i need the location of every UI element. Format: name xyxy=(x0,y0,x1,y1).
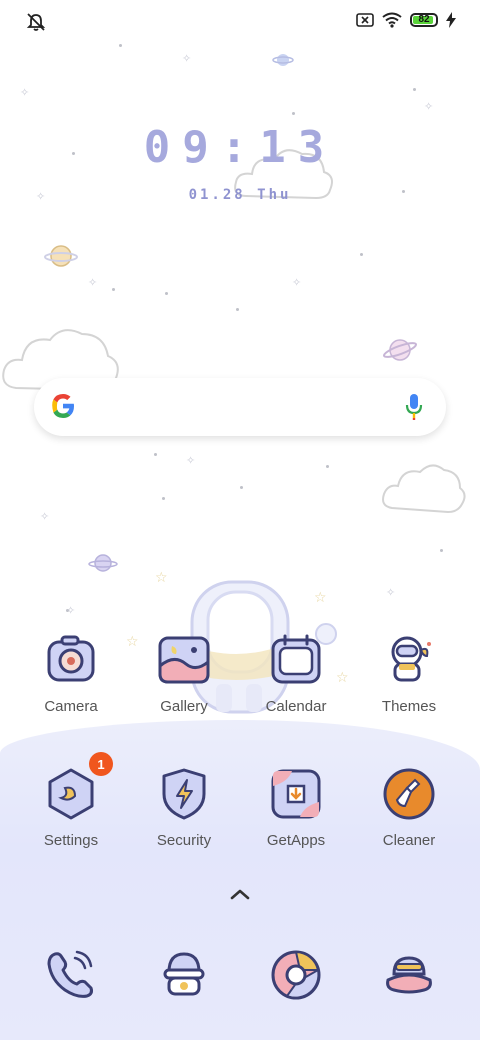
notification-badge: 1 xyxy=(89,752,113,776)
planet-decoration xyxy=(272,54,294,66)
getapps-icon xyxy=(268,766,324,822)
app-cleaner[interactable]: Cleaner xyxy=(359,766,459,849)
app-label: Camera xyxy=(44,698,98,715)
cleaner-icon xyxy=(381,766,437,822)
settings-icon: 1 xyxy=(43,752,113,822)
app-settings[interactable]: 1 Settings xyxy=(21,752,121,849)
themes-icon xyxy=(381,632,437,688)
sparkle-decoration: ✧ xyxy=(386,587,396,599)
star-decoration xyxy=(292,112,295,115)
sim-x-icon xyxy=(356,13,374,27)
messages-icon xyxy=(155,946,213,1004)
dock-music[interactable] xyxy=(359,946,459,1004)
app-security[interactable]: Security xyxy=(134,766,234,849)
planet-decoration xyxy=(382,339,418,361)
app-camera[interactable]: Camera xyxy=(21,632,121,715)
clock-date: 01.28 Thu xyxy=(188,187,292,203)
browser-icon xyxy=(267,946,325,1004)
battery-level: 82 xyxy=(418,14,430,25)
app-themes[interactable]: Themes xyxy=(359,632,459,715)
music-icon xyxy=(380,946,438,1004)
google-search-bar[interactable] xyxy=(34,378,446,436)
app-calendar[interactable]: Calendar xyxy=(246,632,346,715)
dock-messages[interactable] xyxy=(134,946,234,1004)
star-decoration xyxy=(154,453,157,456)
sparkle-decoration: ✧ xyxy=(66,605,76,617)
dock-phone[interactable] xyxy=(20,946,120,1004)
app-label: Security xyxy=(156,832,212,849)
app-getapps[interactable]: GetApps xyxy=(246,766,346,849)
gallery-icon xyxy=(156,632,212,688)
app-label: Cleaner xyxy=(382,832,436,849)
sparkle-decoration: ✧ xyxy=(88,277,98,289)
sparkle-decoration: ✧ xyxy=(186,455,196,467)
dock-browser[interactable] xyxy=(246,946,346,1004)
sparkle-decoration: ✧ xyxy=(182,53,192,65)
app-label: GetApps xyxy=(266,832,326,849)
status-right: 82 xyxy=(356,12,456,28)
camera-icon xyxy=(43,632,99,688)
status-bar: 82 xyxy=(0,0,480,44)
wifi-icon xyxy=(382,12,402,28)
app-label: Settings xyxy=(43,832,99,849)
star-decoration xyxy=(440,549,443,552)
sparkle-decoration: ✧ xyxy=(40,511,50,523)
calendar-icon xyxy=(268,632,324,688)
charging-bolt-icon xyxy=(446,12,456,28)
clock-time: 09:13 xyxy=(143,122,337,173)
status-left xyxy=(26,12,46,37)
app-label: Themes xyxy=(381,698,437,715)
planet-decoration xyxy=(88,554,118,572)
sparkle-decoration: ✧ xyxy=(424,101,434,113)
star-decoration xyxy=(165,292,168,295)
clock-widget[interactable]: 09:13 01.28 Thu xyxy=(0,122,480,203)
google-g-icon[interactable] xyxy=(48,391,78,421)
star-decoration xyxy=(413,88,416,91)
star-decoration xyxy=(112,288,115,291)
bell-off-icon xyxy=(26,13,46,31)
microphone-icon[interactable] xyxy=(404,393,424,421)
sparkle-decoration: ☆ xyxy=(155,569,168,585)
sparkle-decoration: ✧ xyxy=(292,277,302,289)
app-label: Calendar xyxy=(265,698,327,715)
phone-icon xyxy=(41,946,99,1004)
star-decoration xyxy=(236,308,239,311)
star-decoration xyxy=(162,497,165,500)
cloud-decoration xyxy=(382,464,466,514)
star-decoration xyxy=(119,44,122,47)
star-decoration xyxy=(326,465,329,468)
chevron-up-icon[interactable] xyxy=(228,884,252,907)
search-input[interactable] xyxy=(94,392,386,424)
battery-indicator: 82 xyxy=(410,13,438,27)
star-decoration xyxy=(240,486,243,489)
app-label: Gallery xyxy=(160,698,208,715)
star-decoration xyxy=(360,253,363,256)
app-gallery[interactable]: Gallery xyxy=(134,632,234,715)
sparkle-decoration: ✧ xyxy=(20,87,30,99)
security-icon xyxy=(156,766,212,822)
planet-decoration xyxy=(44,245,78,267)
